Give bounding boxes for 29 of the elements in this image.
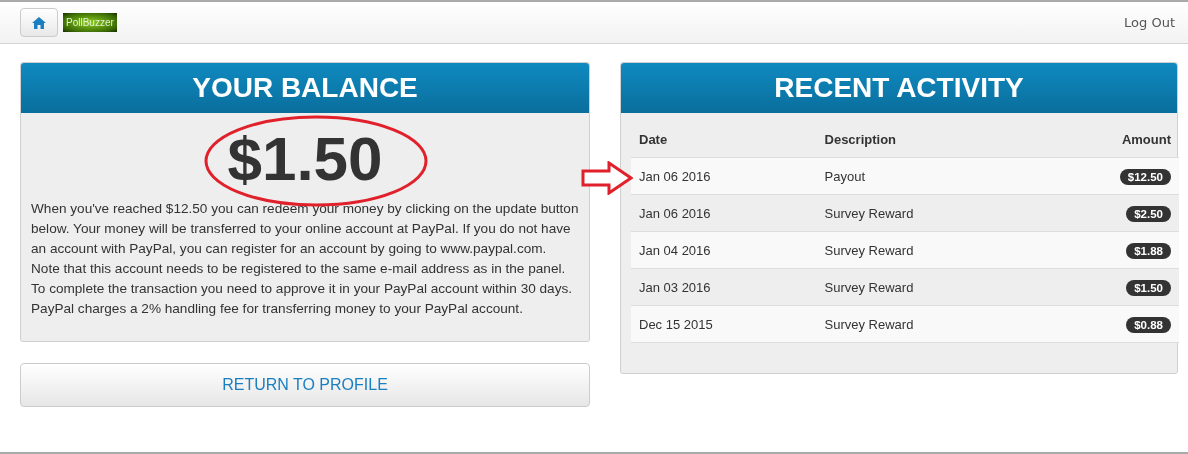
column-header: Date [631, 121, 817, 158]
description-cell: Survey Reward [816, 268, 1112, 306]
pointer-arrow [581, 161, 633, 195]
amount-badge: $1.50 [1126, 279, 1171, 296]
logo[interactable]: PollBuzzer [63, 13, 117, 32]
date-cell: Jan 06 2016 [631, 194, 817, 232]
return-button[interactable]: RETURN TO PROFILE [20, 363, 590, 407]
description-cell: Survey Reward [816, 231, 1112, 269]
balance-amount: $1.50 [227, 128, 383, 190]
date-cell: Jan 03 2016 [631, 268, 817, 306]
logout-link[interactable]: Log Out [1124, 15, 1175, 30]
panel-title: YOUR BALANCE [192, 72, 418, 104]
date-cell: Jan 06 2016 [631, 157, 817, 195]
description-cell: Payout [816, 157, 1112, 195]
amount-badge: $1.88 [1126, 242, 1171, 259]
amount-badge: $12.50 [1119, 168, 1171, 185]
home-icon [32, 16, 46, 29]
date-cell: Jan 04 2016 [631, 231, 817, 269]
column-header: Amount [1111, 121, 1179, 158]
panel-title: RECENT ACTIVITY [774, 72, 1024, 104]
description-cell: Survey Reward [816, 194, 1112, 232]
description-cell: Survey Reward [816, 305, 1112, 343]
amount-badge: $2.50 [1126, 205, 1171, 222]
date-cell: Dec 15 2015 [631, 305, 817, 343]
info-paragraph: Note that this account needs to be registered to the same e-mail address as in the panel. To complete the transaction you need to approve it in your PayPal account within 30 days. PayPal charges a 2% handling fee for transferring money to your PayPal account. [31, 260, 574, 318]
home-button[interactable] [20, 8, 58, 37]
info-paragraph: When you've reached $12.50 you can redeem your money by clicking on the update button below. Your money will be transferred to your online account at PayPal. If you do not have an account with PayPal, you can register for an account by going to www.paypal.com. [31, 200, 579, 258]
column-header: Description [816, 121, 1112, 158]
amount-badge: $0.88 [1126, 316, 1171, 333]
